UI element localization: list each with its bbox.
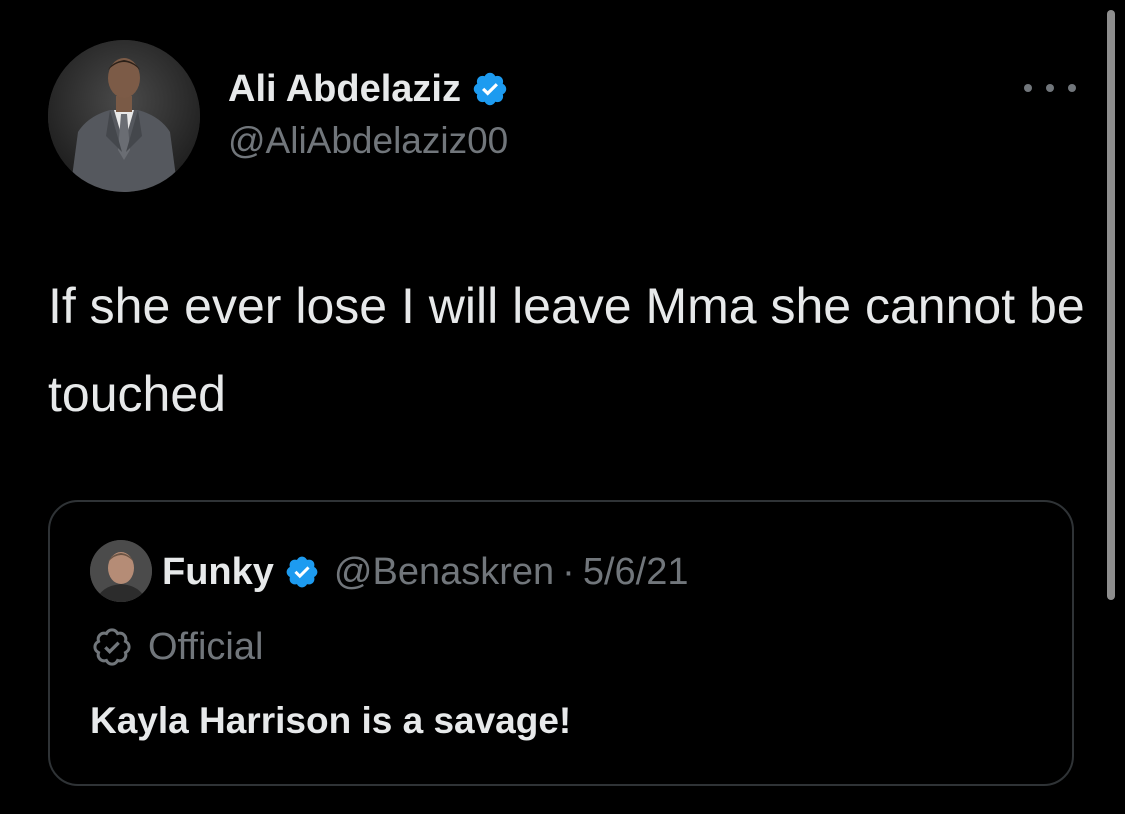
- quoted-author-handle[interactable]: @Benaskren: [334, 551, 554, 594]
- author-handle[interactable]: @AliAbdelaziz00: [228, 118, 508, 164]
- scrollbar[interactable]: [1107, 10, 1115, 600]
- ellipsis-icon: [1024, 84, 1032, 92]
- author-display-name[interactable]: Ali Abdelaziz: [228, 66, 461, 112]
- quoted-author-avatar[interactable]: [90, 540, 152, 602]
- verified-badge-icon: [286, 556, 318, 588]
- ellipsis-icon: [1068, 84, 1076, 92]
- author-avatar[interactable]: [48, 40, 200, 192]
- official-label: Official: [148, 625, 264, 668]
- more-options-button[interactable]: [1024, 78, 1076, 98]
- ellipsis-icon: [1046, 84, 1054, 92]
- separator-dot: ·: [562, 550, 575, 593]
- official-label-row: Official: [92, 622, 263, 672]
- quoted-tweet-text: Kayla Harrison is a savage!: [90, 700, 572, 741]
- verified-badge-icon: [473, 72, 507, 106]
- quoted-author-display-name[interactable]: Funky: [162, 551, 274, 594]
- quoted-tweet-date[interactable]: 5/6/21: [583, 551, 689, 594]
- quoted-tweet-card[interactable]: Funky @Benaskren · 5/6/21 Official Kayla…: [48, 500, 1074, 786]
- official-badge-icon: [93, 628, 131, 666]
- quoted-tweet-header: Funky @Benaskren · 5/6/21: [162, 546, 688, 598]
- tweet-text: If she ever lose I will leave Mma she ca…: [48, 278, 1085, 422]
- author-display-name-row[interactable]: Ali Abdelaziz: [228, 66, 509, 112]
